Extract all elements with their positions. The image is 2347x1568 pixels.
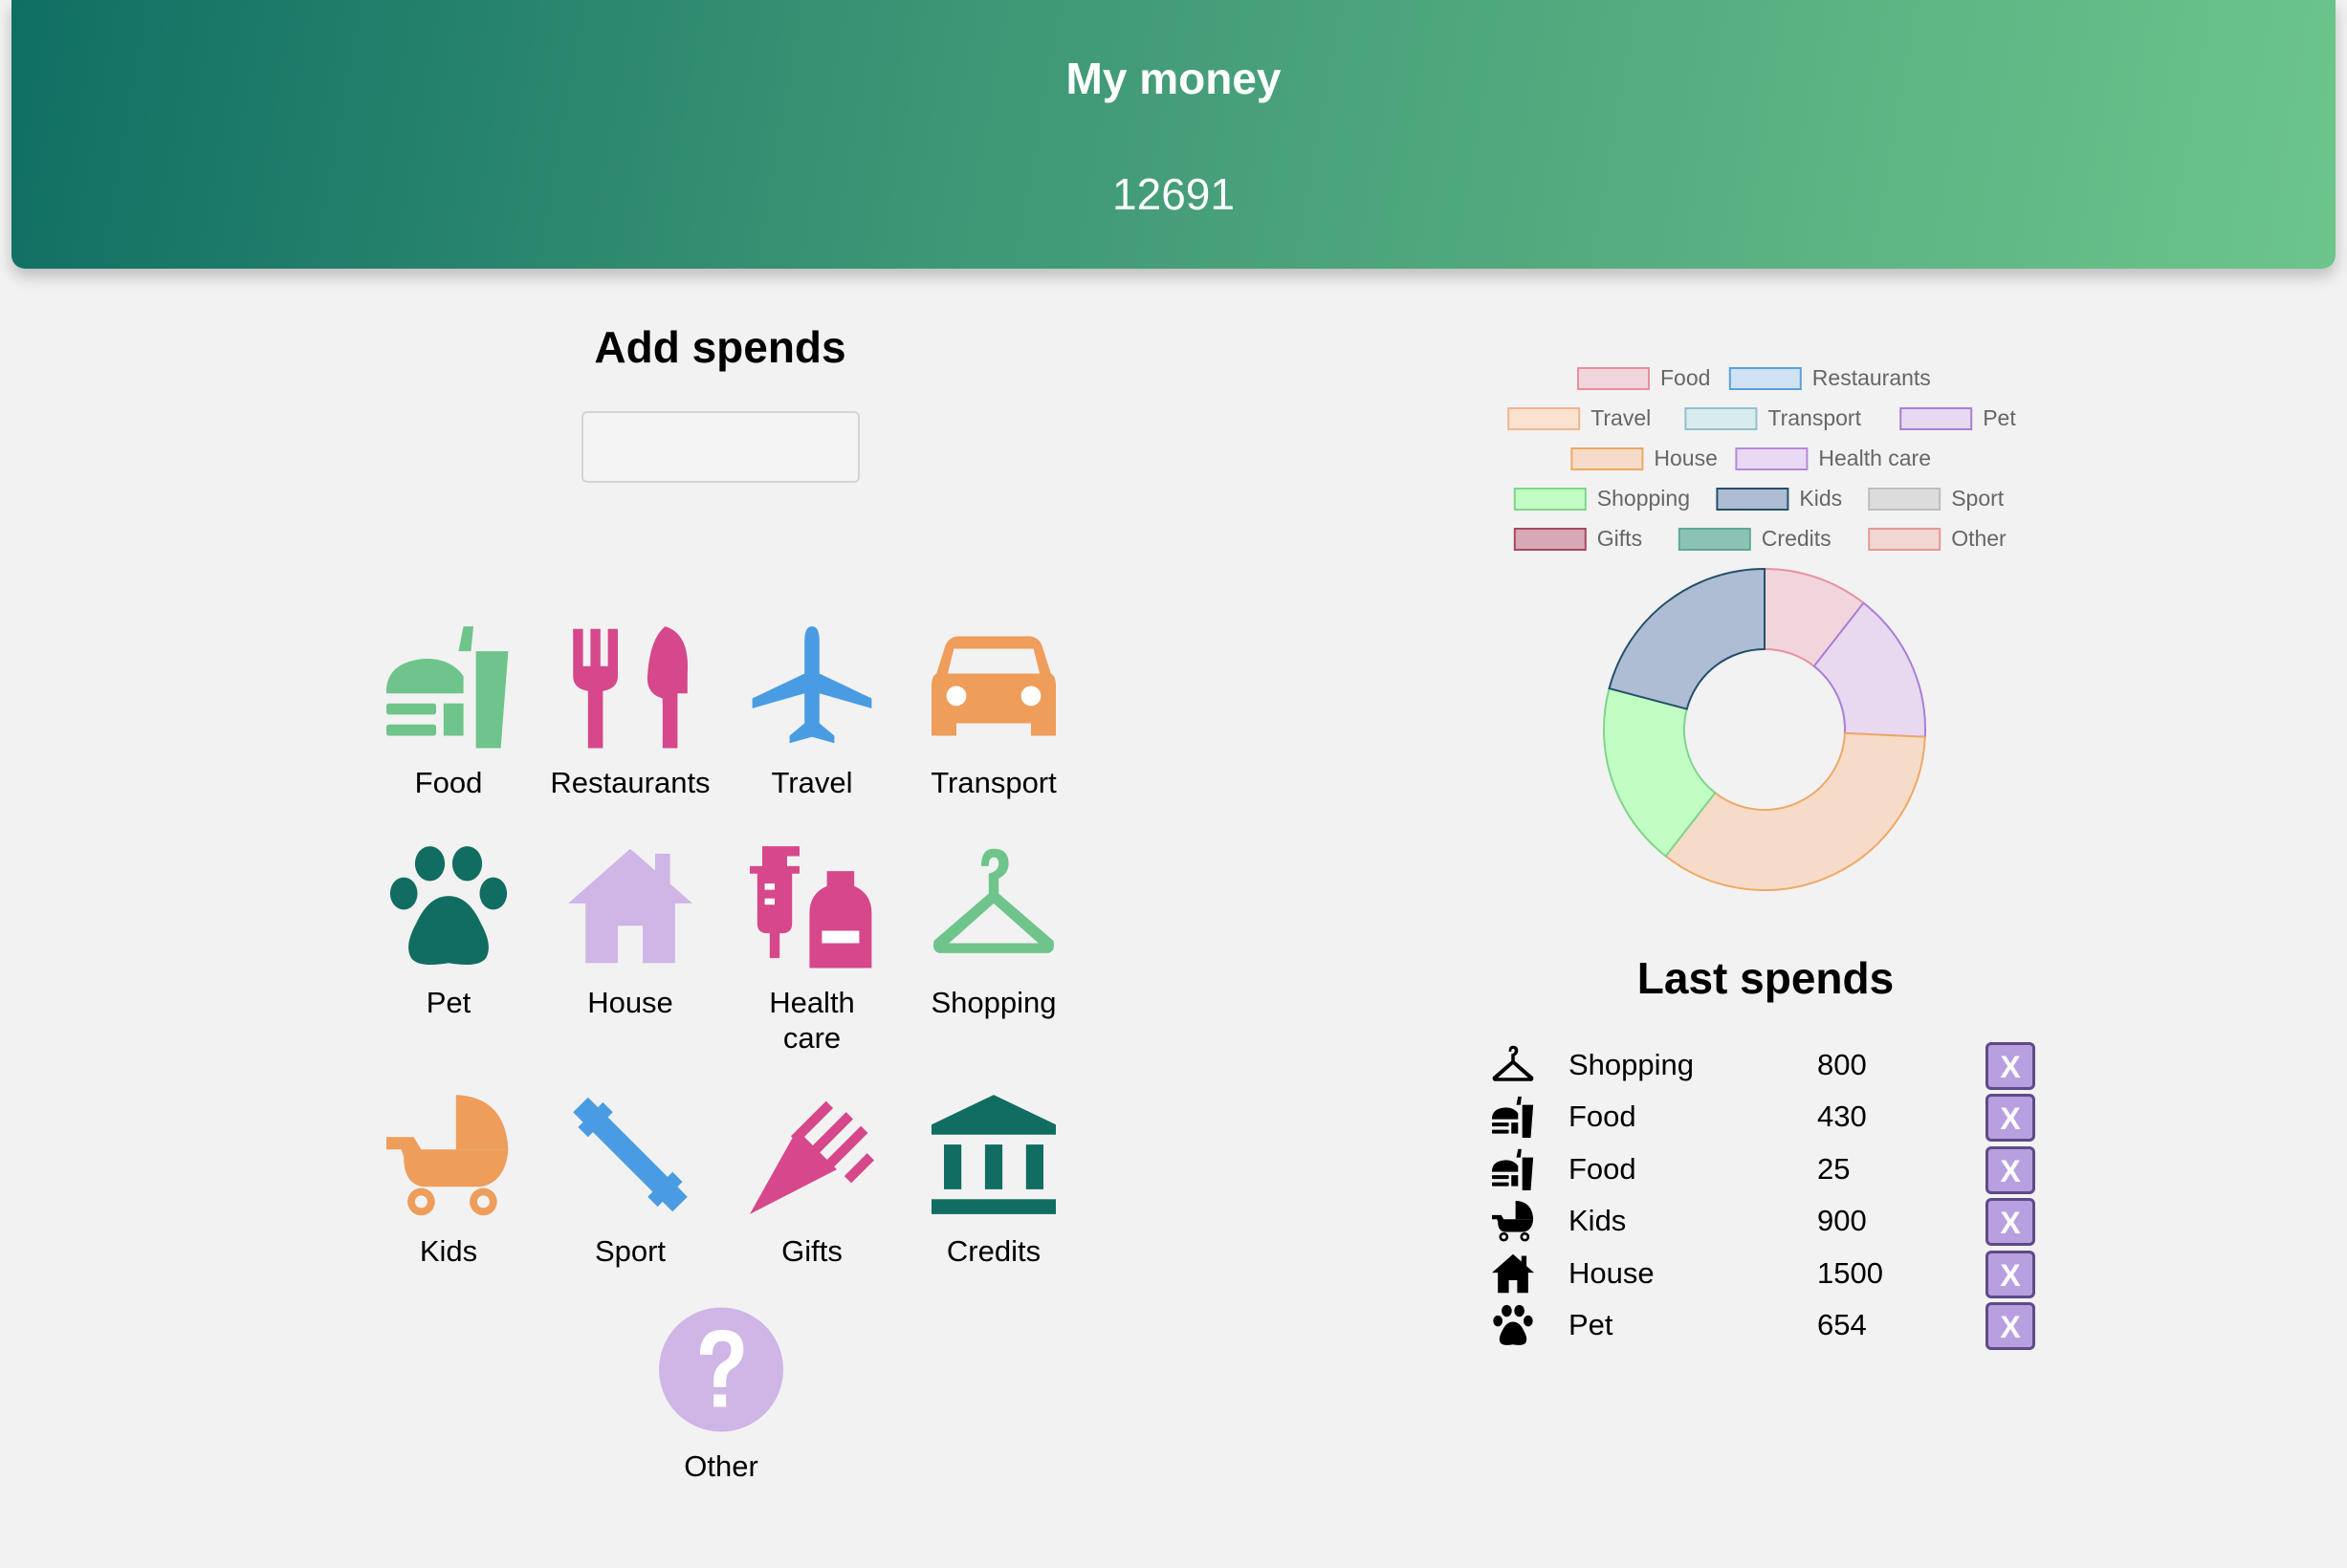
spends-chart: Food Restaurants Travel Transport Pet House He… <box>1507 365 2016 891</box>
app-title: My money <box>1065 54 1282 103</box>
legend-label: Transport <box>1767 405 1861 430</box>
confetti-icon <box>750 1090 874 1219</box>
legend-label: Sport <box>1951 486 2005 511</box>
category-label: Other <box>684 1449 758 1483</box>
legend-item-health-care[interactable]: Health care <box>1735 446 1931 470</box>
category-button-kids[interactable]: Kids <box>358 1090 539 1310</box>
legend-item-other[interactable]: Other <box>1868 526 2007 551</box>
stroller-icon <box>386 1090 511 1219</box>
legend-item-house[interactable]: House <box>1570 446 1718 470</box>
category-button-restaurants[interactable]: Restaurants <box>539 621 721 841</box>
legend-item-credits[interactable]: Credits <box>1678 526 1832 551</box>
delete-spend-button[interactable]: X <box>1985 1198 2035 1247</box>
app-header: My money 12691 <box>11 0 2336 269</box>
car-icon <box>932 621 1056 751</box>
legend-label: Shopping <box>1597 486 1690 511</box>
restaurant-icon <box>568 621 692 751</box>
spend-row: House 1500 X <box>1492 1249 2047 1300</box>
category-button-credits[interactable]: Credits <box>903 1090 1085 1310</box>
spend-amount: 25 <box>1817 1151 1851 1186</box>
legend-item-gifts[interactable]: Gifts <box>1513 526 1642 551</box>
balance-amount: 12691 <box>1112 169 1235 219</box>
chart-slice-kids[interactable] <box>1608 567 1766 710</box>
spend-category: Pet <box>1568 1308 1613 1341</box>
category-button-transport[interactable]: Transport <box>903 621 1085 841</box>
spend-category: Food <box>1568 1100 1636 1134</box>
category-label: Credits <box>946 1234 1042 1268</box>
legend-label: Kids <box>1799 486 1842 511</box>
legend-item-sport[interactable]: Sport <box>1868 486 2005 511</box>
legend-item-transport[interactable]: Transport <box>1684 405 1862 430</box>
hanger-icon <box>1492 1044 1534 1086</box>
legend-label: Other <box>1951 526 2007 551</box>
legend-label: Restaurants <box>1812 365 1931 390</box>
spend-amount: 1500 <box>1817 1255 1883 1290</box>
spend-row: Shopping 800 X <box>1492 1040 2047 1092</box>
category-button-other[interactable]: Other <box>630 1305 812 1525</box>
spend-category: Shopping <box>1568 1048 1695 1081</box>
legend-item-restaurants[interactable]: Restaurants <box>1728 365 1931 390</box>
legend-label: Gifts <box>1597 526 1642 551</box>
spend-category: House <box>1568 1255 1655 1290</box>
spend-row: Food 25 X <box>1492 1144 2047 1196</box>
house-icon <box>1492 1252 1534 1295</box>
question-icon <box>659 1305 783 1434</box>
spend-row: Pet 654 X <box>1492 1300 2047 1352</box>
spend-row: Food 430 X <box>1492 1092 2047 1143</box>
food-icon <box>1492 1096 1534 1138</box>
hanger-icon <box>932 841 1056 970</box>
delete-spend-button[interactable]: X <box>1985 1042 2035 1090</box>
chart-slice-house[interactable] <box>1664 731 1926 891</box>
spend-amount: 800 <box>1817 1048 1867 1081</box>
category-label: Transport <box>931 766 1057 799</box>
spend-amount: 900 <box>1817 1204 1867 1238</box>
spend-category: Kids <box>1568 1204 1627 1238</box>
legend-item-pet[interactable]: Pet <box>1899 405 2016 430</box>
house-icon <box>568 841 692 970</box>
dumbbell-icon <box>568 1090 692 1219</box>
legend-label: Travel <box>1590 405 1651 430</box>
delete-spend-button[interactable]: X <box>1985 1145 2035 1194</box>
category-button-food[interactable]: Food <box>358 621 539 841</box>
food-icon <box>1492 1148 1534 1190</box>
legend-label: House <box>1654 446 1717 470</box>
spend-row: Kids 900 X <box>1492 1196 2047 1248</box>
category-button-health-care[interactable]: Health care <box>721 841 903 1061</box>
legend-label: Pet <box>1983 405 2016 430</box>
category-label: House <box>587 986 673 1019</box>
category-button-travel[interactable]: Travel <box>721 621 903 841</box>
paw-icon <box>386 841 511 970</box>
amount-input[interactable] <box>581 411 860 483</box>
legend-item-travel[interactable]: Travel <box>1507 405 1651 430</box>
category-button-pet[interactable]: Pet <box>358 841 539 1061</box>
spend-category: Food <box>1568 1151 1636 1186</box>
category-button-sport[interactable]: Sport <box>539 1090 721 1310</box>
last-spends-title: Last spends <box>1636 953 1895 1003</box>
stroller-icon <box>1492 1200 1534 1242</box>
bank-icon <box>932 1090 1056 1219</box>
category-label: Shopping <box>931 986 1057 1019</box>
airplane-icon <box>750 621 874 751</box>
category-button-house[interactable]: House <box>539 841 721 1061</box>
legend-item-shopping[interactable]: Shopping <box>1513 486 1690 511</box>
food-icon <box>386 621 511 751</box>
legend-label: Food <box>1660 365 1710 390</box>
delete-spend-button[interactable]: X <box>1985 1302 2035 1350</box>
legend-item-food[interactable]: Food <box>1577 365 1710 390</box>
spend-amount: 654 <box>1817 1308 1867 1341</box>
legend-label: Credits <box>1762 526 1832 551</box>
medicine-icon <box>750 841 874 970</box>
delete-spend-button[interactable]: X <box>1985 1094 2035 1143</box>
legend-label: Health care <box>1818 446 1931 470</box>
delete-spend-button[interactable]: X <box>1985 1250 2035 1298</box>
add-spends-title: Add spends <box>594 322 846 372</box>
category-label: Health care <box>769 986 855 1055</box>
category-button-shopping[interactable]: Shopping <box>903 841 1085 1061</box>
paw-icon <box>1492 1304 1534 1346</box>
spend-amount: 430 <box>1817 1100 1867 1134</box>
category-button-gifts[interactable]: Gifts <box>721 1090 903 1310</box>
legend-item-kids[interactable]: Kids <box>1716 486 1842 511</box>
